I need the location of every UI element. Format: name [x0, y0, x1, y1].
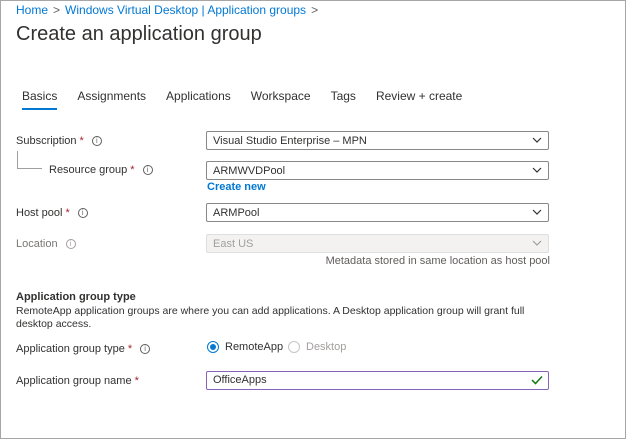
chevron-down-icon: [532, 137, 542, 143]
breadcrumb-separator: >: [53, 3, 61, 17]
breadcrumb-parent-link[interactable]: Windows Virtual Desktop | Application gr…: [65, 3, 306, 17]
required-marker: *: [134, 375, 139, 387]
radio-unselected-icon[interactable]: [288, 341, 300, 353]
location-hint: Metadata stored in same location as host…: [325, 255, 550, 267]
tree-connector-vertical: [17, 151, 18, 168]
app-group-name-value: OfficeApps: [213, 374, 267, 386]
location-label: Location i: [16, 238, 76, 250]
radio-desktop[interactable]: Desktop: [288, 341, 346, 353]
location-dropdown: East US: [206, 234, 549, 253]
radio-desktop-label: Desktop: [306, 341, 347, 353]
create-new-link[interactable]: Create new: [207, 181, 266, 193]
required-marker: *: [127, 343, 133, 355]
required-marker: *: [130, 164, 135, 176]
chevron-down-icon: [532, 209, 542, 215]
host-pool-label: Host pool * i: [16, 207, 88, 219]
host-pool-label-text: Host pool: [16, 207, 63, 219]
app-group-name-label: Application group name *: [16, 375, 139, 387]
info-icon[interactable]: i: [91, 136, 102, 146]
required-marker: *: [65, 207, 70, 219]
info-icon[interactable]: i: [65, 239, 76, 249]
checkmark-icon: [531, 375, 543, 385]
chevron-down-icon: [532, 167, 542, 173]
tab-bar: Basics Assignments Applications Workspac…: [22, 89, 482, 110]
tab-assignments[interactable]: Assignments: [77, 89, 146, 110]
subscription-label-text: Subscription: [16, 135, 77, 147]
info-icon[interactable]: i: [77, 208, 88, 218]
subscription-value: Visual Studio Enterprise – MPN: [213, 135, 367, 147]
radio-remoteapp[interactable]: RemoteApp: [207, 341, 283, 353]
tab-basics[interactable]: Basics: [22, 89, 58, 110]
resource-group-label: Resource group * i: [49, 164, 153, 176]
tab-applications[interactable]: Applications: [166, 89, 231, 110]
section-title: Application group type: [16, 291, 136, 303]
app-group-name-input[interactable]: OfficeApps: [206, 371, 549, 390]
section-description: RemoteApp application groups are where y…: [16, 305, 525, 330]
radio-selected-icon[interactable]: [207, 341, 219, 353]
resource-group-dropdown[interactable]: ARMWVDPool: [206, 161, 549, 180]
subscription-dropdown[interactable]: Visual Studio Enterprise – MPN: [206, 131, 549, 150]
breadcrumb-separator: >: [311, 3, 319, 17]
breadcrumb-home-link[interactable]: Home: [16, 3, 48, 17]
page-title: Create an application group: [16, 23, 262, 45]
subscription-label: Subscription * i: [16, 135, 102, 147]
chevron-down-icon: [532, 240, 542, 246]
tab-tags[interactable]: Tags: [331, 89, 356, 110]
app-group-type-label-text: Application group type: [16, 343, 125, 355]
tree-connector-horizontal: [17, 168, 42, 169]
host-pool-dropdown[interactable]: ARMPool: [206, 203, 549, 222]
resource-group-value: ARMWVDPool: [213, 165, 286, 177]
app-group-name-label-text: Application group name: [16, 375, 132, 387]
app-group-type-label: Application group type * i: [16, 343, 151, 355]
location-label-text: Location: [16, 238, 58, 250]
tab-review-create[interactable]: Review + create: [376, 89, 462, 110]
radio-remoteapp-label: RemoteApp: [225, 341, 284, 353]
host-pool-value: ARMPool: [213, 207, 260, 219]
resource-group-label-text: Resource group: [49, 164, 128, 176]
info-icon[interactable]: i: [142, 165, 153, 175]
tab-workspace[interactable]: Workspace: [251, 89, 311, 110]
location-value: East US: [213, 238, 254, 250]
breadcrumb: Home > Windows Virtual Desktop | Applicati…: [16, 3, 323, 17]
info-icon[interactable]: i: [140, 344, 151, 354]
required-marker: *: [79, 135, 84, 147]
